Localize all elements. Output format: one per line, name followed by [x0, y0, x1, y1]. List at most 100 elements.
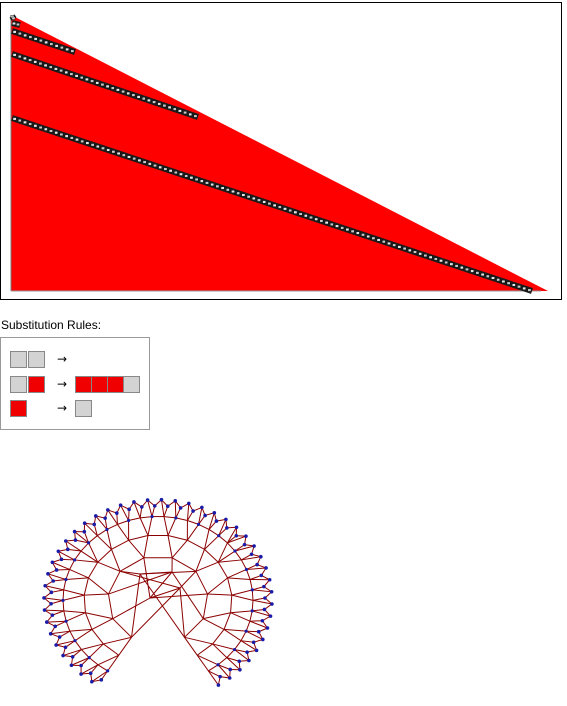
evolution-cell	[48, 65, 53, 69]
rule-3-lhs-cell	[10, 400, 27, 417]
graph-vertex	[64, 619, 68, 623]
evolution-cell	[241, 193, 246, 197]
evolution-cell	[172, 107, 177, 111]
graph-edge	[88, 577, 109, 595]
graph-edge	[112, 618, 132, 638]
evolution-cell	[85, 141, 90, 145]
evolution-cell	[444, 260, 449, 264]
evolution-cell	[278, 205, 282, 209]
graph-edge	[227, 577, 233, 596]
graph-edge	[97, 664, 108, 672]
evolution-cell	[153, 164, 157, 168]
graph-vertex	[225, 526, 229, 530]
evolution-cell	[262, 200, 267, 204]
graph-vertex	[150, 514, 154, 519]
evolution-cell	[454, 264, 459, 268]
evolution-cell	[105, 84, 110, 88]
rule-2: →	[10, 376, 150, 394]
graph-edge	[62, 594, 85, 601]
graph-vertex	[238, 667, 242, 672]
graph-vertex	[43, 583, 47, 588]
graph-edge	[107, 593, 114, 619]
graph-edge	[196, 643, 213, 656]
evolution-cell	[33, 124, 38, 128]
evolution-cell	[387, 241, 391, 245]
evolution-cell	[376, 238, 381, 242]
evolution-cell	[382, 240, 386, 244]
rule-arrow: →	[57, 352, 68, 366]
evolution-cell	[215, 184, 220, 188]
evolution-cell	[340, 226, 345, 230]
evolution-cell	[246, 195, 251, 199]
graph-edge	[163, 516, 169, 536]
evolution-cell	[194, 177, 199, 181]
evolution-cell	[324, 221, 329, 225]
graph-edge	[207, 577, 228, 595]
graph-edge	[223, 612, 232, 630]
graph-vertex	[73, 558, 77, 562]
graph-vertex	[216, 663, 220, 667]
evolution-cell	[64, 134, 69, 138]
evolution-cell	[33, 37, 38, 41]
evolution-cell	[288, 209, 293, 213]
evolution-cell	[12, 53, 17, 57]
evolution-cell	[167, 105, 172, 109]
graph-edge	[112, 597, 151, 620]
graph-vertex	[45, 620, 49, 624]
graph-vertex	[212, 510, 217, 515]
evolution-cell	[408, 248, 412, 252]
graph-vertex	[54, 643, 58, 647]
graph-vertex	[234, 533, 239, 538]
evolution-cell	[85, 77, 89, 81]
evolution-cell	[231, 190, 235, 194]
graph-vertex	[49, 601, 53, 606]
evolution-cell	[330, 222, 334, 226]
evolution-cell	[54, 44, 59, 48]
graph-vertex	[245, 650, 249, 654]
graph-vertices	[42, 497, 274, 687]
evolution-cell	[319, 219, 324, 223]
evolution-cell	[23, 56, 27, 60]
evolution-cell	[225, 188, 230, 192]
graph-edge	[63, 589, 85, 596]
graph-edge	[252, 608, 265, 612]
graph-edge	[167, 535, 173, 558]
evolution-cell	[522, 286, 526, 290]
graph-edge	[174, 500, 177, 518]
graph-edge	[52, 561, 70, 570]
graph-vertex	[118, 503, 123, 508]
graph-vertex	[269, 590, 274, 594]
evolution-cell	[136, 95, 141, 99]
evolution-cell	[44, 40, 48, 44]
graph-edge	[167, 517, 177, 536]
rule-3-rhs-cell	[75, 400, 92, 417]
graph-edge	[81, 649, 90, 658]
evolution-cell	[121, 153, 126, 157]
evolution-cell	[28, 122, 33, 126]
evolution-cell	[236, 191, 241, 195]
graph-edge	[65, 577, 89, 580]
graph-edge	[218, 535, 228, 544]
graph-edge	[217, 561, 229, 579]
graph-edge	[230, 612, 251, 622]
graph-edge	[119, 557, 145, 572]
rule-2-rhs-cell	[91, 376, 108, 393]
evolution-cell	[183, 111, 187, 115]
evolution-cell	[23, 120, 27, 124]
graph-vertex	[251, 640, 256, 645]
evolution-cell	[132, 157, 137, 161]
graph-edge	[84, 612, 93, 630]
graph-vertex	[224, 517, 228, 522]
evolution-cell	[12, 117, 17, 121]
rule-1-lhs-cell	[28, 351, 45, 368]
graph-edge	[87, 561, 99, 579]
graph-vertex	[260, 637, 265, 642]
graph-edge	[52, 610, 64, 616]
evolution-cell	[33, 60, 38, 64]
graph-vertex	[63, 645, 68, 650]
graph-vertex	[87, 541, 91, 545]
evolution-cell	[470, 269, 475, 273]
evolution-cell	[210, 183, 215, 187]
graph-vertex	[218, 674, 222, 679]
evolution-cell	[356, 231, 360, 235]
